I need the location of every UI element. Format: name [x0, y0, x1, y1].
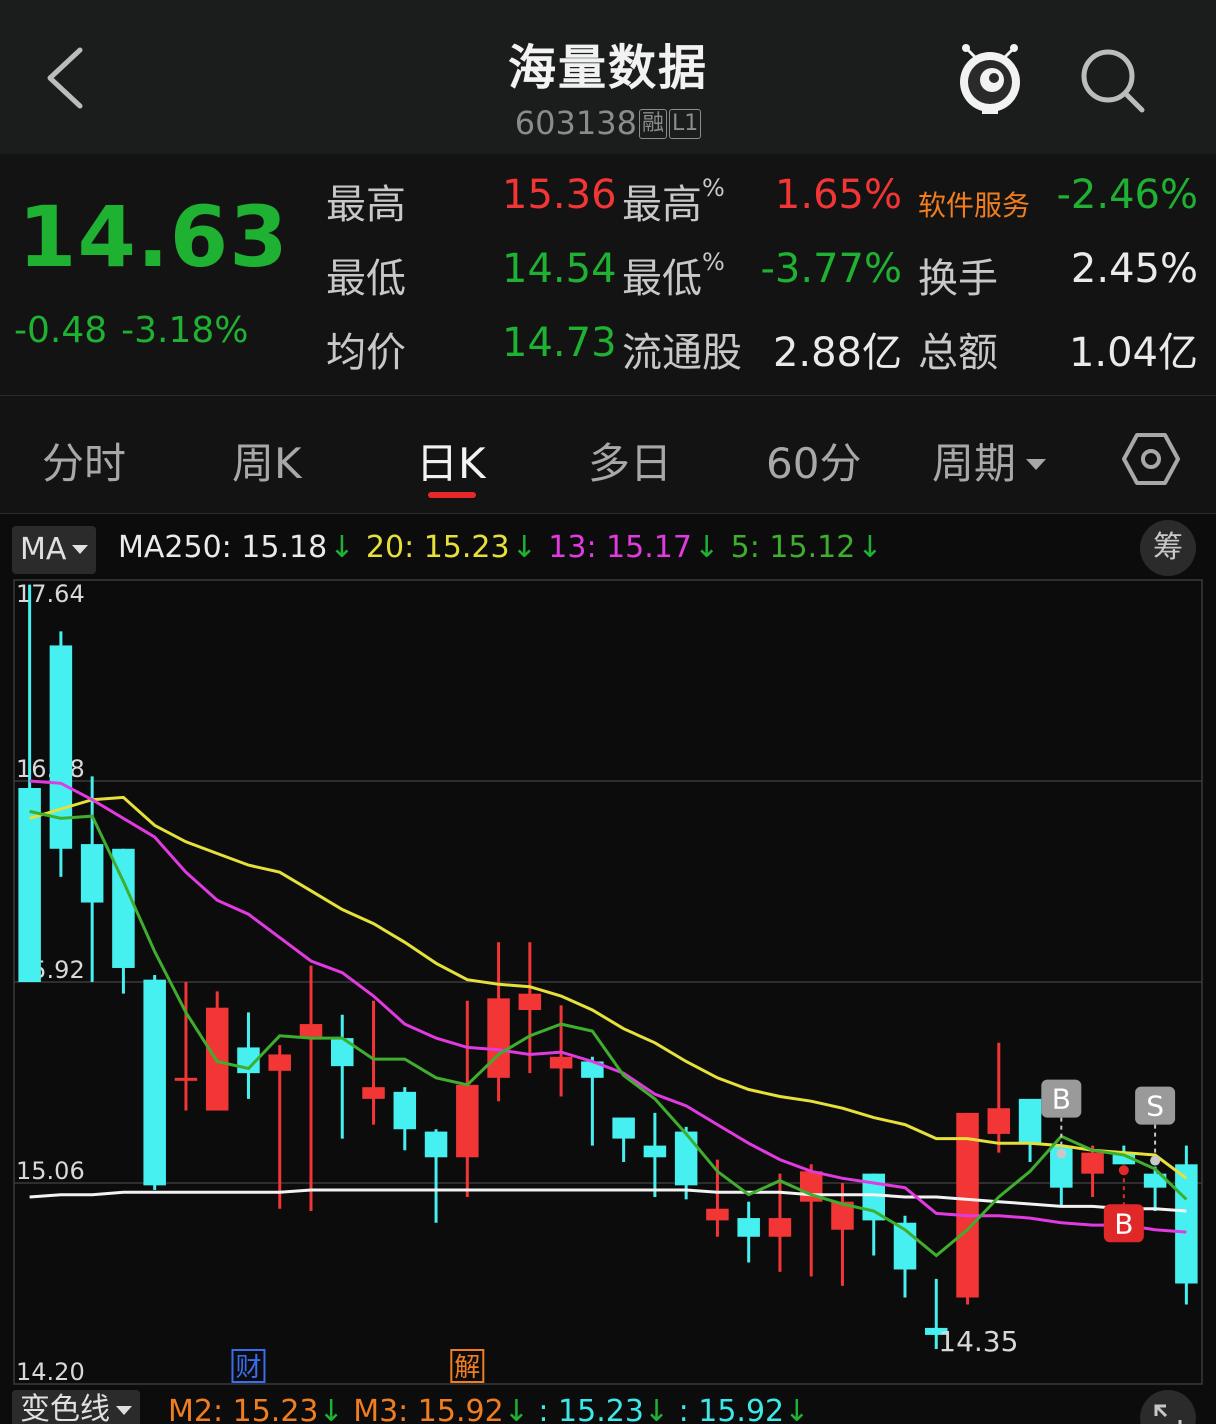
sub-indicator-values: M2: 15.23↓ M3: 15.92↓ : 15.23↓ : 15.92↓ [168, 1394, 809, 1424]
candle-body [487, 998, 510, 1078]
candle-body [549, 1056, 573, 1069]
low-price-label: 14.35 [938, 1325, 1018, 1358]
y-tick-label: 17.64 [16, 580, 85, 608]
candle-body [456, 1084, 479, 1158]
kline-chart[interactable]: 17.6416.7815.9215.0614.2014.35财解BSB [0, 0, 1216, 1424]
candle-body [1175, 1164, 1198, 1284]
m2-value: M2: 15.23 [168, 1394, 319, 1424]
candle-body [1081, 1152, 1104, 1174]
ma250-line [29, 1188, 1187, 1213]
down-arrow-icon: ↓ [503, 1394, 529, 1424]
candle-body [612, 1117, 635, 1139]
m3-value: M3: 15.92 [353, 1394, 504, 1424]
candle-body [643, 1145, 667, 1158]
candle-body [393, 1091, 417, 1130]
candle-body [424, 1131, 448, 1158]
candle-body [268, 1054, 291, 1071]
candle-body [1018, 1098, 1042, 1144]
candle-body [706, 1208, 729, 1221]
chevron-down-icon [116, 1406, 132, 1415]
event-marker-label: 解 [454, 1353, 480, 1383]
down-arrow-icon: ↓ [318, 1394, 344, 1424]
y-tick-label: 14.20 [16, 1358, 85, 1386]
candle-body [299, 1024, 323, 1039]
line-a-value: : 15.23 [538, 1394, 644, 1424]
candle-body [674, 1131, 698, 1186]
line-b-value: : 15.92 [678, 1394, 785, 1424]
down-arrow-icon: ↓ [784, 1394, 810, 1424]
trade-marker-dot [1056, 1148, 1067, 1159]
sub-indicator-row: 变色线 M2: 15.23↓ M3: 15.92↓ : 15.23↓ : 15.… [0, 1390, 1216, 1424]
candle-body [174, 1077, 198, 1081]
candle-body [768, 1218, 792, 1237]
trade-marker-dot [1118, 1165, 1129, 1176]
trade-marker-label: B [1052, 1083, 1071, 1116]
candle-body [80, 844, 104, 903]
down-arrow-icon: ↓ [643, 1394, 670, 1424]
candle-body [987, 1108, 1011, 1134]
candle-body [518, 993, 542, 1011]
y-tick-label: 15.06 [16, 1157, 85, 1185]
sub-indicator-selector[interactable]: 变色线 [12, 1390, 140, 1424]
candle-body [143, 979, 166, 1186]
trade-marker-label: B [1114, 1207, 1133, 1240]
candle-body [737, 1218, 760, 1237]
trade-marker-dot [1150, 1155, 1161, 1166]
trade-marker-label: S [1146, 1090, 1164, 1123]
ma20-line [29, 795, 1188, 1180]
event-marker-label: 财 [235, 1353, 261, 1383]
candle-body [362, 1087, 385, 1099]
